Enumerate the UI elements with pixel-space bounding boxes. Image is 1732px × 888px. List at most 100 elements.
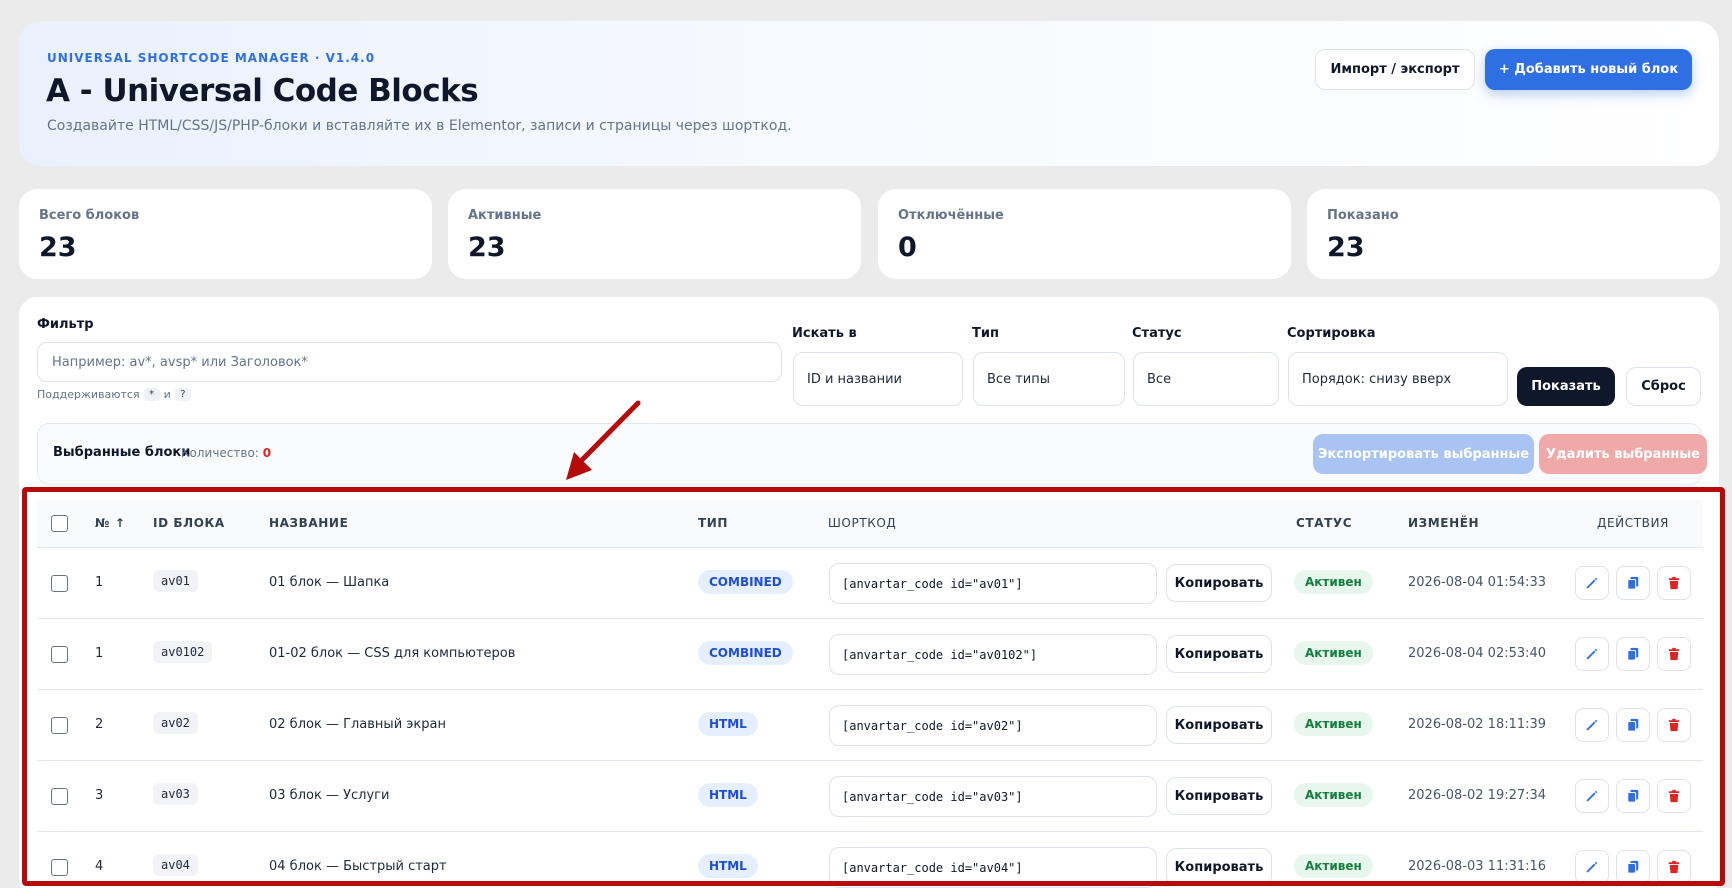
block-name: 01-02 блок — CSS для компьютеров — [269, 646, 516, 661]
copy-icon — [1627, 789, 1639, 803]
stat-label: Отключённые — [898, 208, 1004, 223]
table-row: 1 av01 01 блок — Шапка COMBINED Копирова… — [37, 548, 1703, 619]
page-subtitle: Создавайте HTML/CSS/JS/PHP-блоки и встав… — [47, 118, 792, 134]
copy-icon — [1627, 576, 1639, 590]
select-all-checkbox[interactable] — [51, 515, 68, 532]
row-num: 4 — [95, 859, 104, 874]
stat-label: Активные — [468, 208, 542, 223]
shortcode-field[interactable] — [829, 776, 1157, 817]
edit-button[interactable] — [1575, 708, 1609, 742]
status-badge: Активен — [1294, 854, 1373, 878]
pencil-icon — [1586, 577, 1598, 589]
edit-button[interactable] — [1575, 779, 1609, 813]
stat-card-active: Активные 23 — [448, 189, 861, 279]
selected-count-label: Количество: — [181, 446, 259, 460]
row-num: 3 — [95, 788, 104, 803]
block-id: av02 — [153, 712, 198, 734]
col-status: СТАТУС — [1296, 516, 1353, 530]
edit-button[interactable] — [1575, 850, 1609, 884]
status-select[interactable]: Все — [1133, 352, 1279, 406]
type-label: Тип — [972, 326, 999, 341]
trash-icon — [1668, 789, 1680, 803]
stat-value: 23 — [468, 232, 506, 263]
type-badge: COMBINED — [698, 641, 793, 665]
edit-button[interactable] — [1575, 637, 1609, 671]
delete-selected-button[interactable]: Удалить выбранные — [1539, 434, 1707, 474]
pencil-icon — [1586, 719, 1598, 731]
type-badge: COMBINED — [698, 570, 793, 594]
copy-icon — [1627, 718, 1639, 732]
filter-label: Фильтр — [37, 317, 94, 332]
show-button[interactable]: Показать — [1517, 367, 1615, 406]
modified-date: 2026-08-02 19:27:34 — [1408, 788, 1547, 803]
block-id: av03 — [153, 783, 198, 805]
shortcode-field[interactable] — [829, 563, 1157, 604]
copy-button[interactable]: Копировать — [1166, 706, 1272, 744]
duplicate-button[interactable] — [1616, 850, 1650, 884]
wildcard-star: * — [143, 388, 160, 401]
table-row: 3 av03 03 блок — Услуги HTML Копировать … — [37, 761, 1703, 832]
stat-value: 23 — [1327, 232, 1365, 263]
filter-search-input[interactable] — [37, 342, 782, 382]
shortcode-field[interactable] — [829, 705, 1157, 746]
page-title: A - Universal Code Blocks — [46, 73, 479, 109]
block-id: av01 — [153, 570, 198, 592]
trash-icon — [1668, 647, 1680, 661]
edit-button[interactable] — [1575, 566, 1609, 600]
pencil-icon — [1586, 648, 1598, 660]
row-num: 1 — [95, 646, 104, 661]
delete-button[interactable] — [1657, 708, 1691, 742]
status-badge: Активен — [1294, 570, 1373, 594]
duplicate-button[interactable] — [1616, 637, 1650, 671]
row-checkbox[interactable] — [51, 646, 68, 663]
delete-button[interactable] — [1657, 779, 1691, 813]
block-id: av0102 — [153, 641, 213, 663]
wildcard-question: ? — [174, 388, 191, 401]
stat-card-disabled: Отключённые 0 — [878, 189, 1291, 279]
delete-button[interactable] — [1657, 850, 1691, 884]
shortcode-field[interactable] — [829, 847, 1157, 888]
selected-blocks-bar: Выбранные блоки Количество: 0 Экспортиро… — [37, 423, 1707, 485]
copy-button[interactable]: Копировать — [1166, 635, 1272, 673]
trash-icon — [1668, 576, 1680, 590]
copy-icon — [1627, 647, 1639, 661]
shortcode-field[interactable] — [829, 634, 1157, 675]
stat-label: Показано — [1327, 208, 1399, 223]
pencil-icon — [1586, 861, 1598, 873]
row-checkbox[interactable] — [51, 859, 68, 876]
reset-button[interactable]: Сброс — [1626, 367, 1701, 406]
sort-select[interactable]: Порядок: снизу вверх — [1288, 352, 1508, 406]
duplicate-button[interactable] — [1616, 708, 1650, 742]
copy-button[interactable]: Копировать — [1166, 777, 1272, 815]
export-selected-button[interactable]: Экспортировать выбранные — [1313, 434, 1534, 474]
import-export-button[interactable]: Импорт / экспорт — [1315, 49, 1475, 90]
row-checkbox[interactable] — [51, 788, 68, 805]
modified-date: 2026-08-04 02:53:40 — [1408, 646, 1547, 661]
delete-button[interactable] — [1657, 566, 1691, 600]
col-type: ТИП — [698, 516, 729, 530]
type-select[interactable]: Все типы — [973, 352, 1125, 406]
search-in-select[interactable]: ID и названии — [793, 352, 963, 406]
row-num: 2 — [95, 717, 104, 732]
delete-button[interactable] — [1657, 637, 1691, 671]
copy-icon — [1627, 860, 1639, 874]
row-checkbox[interactable] — [51, 717, 68, 734]
copy-button[interactable]: Копировать — [1166, 848, 1272, 886]
modified-date: 2026-08-02 18:11:39 — [1408, 717, 1547, 732]
modified-date: 2026-08-04 01:54:33 — [1408, 575, 1547, 590]
table-row: 2 av02 02 блок — Главный экран HTML Копи… — [37, 690, 1703, 761]
stat-value: 0 — [898, 232, 917, 263]
status-badge: Активен — [1294, 641, 1373, 665]
modified-date: 2026-08-03 11:31:16 — [1408, 859, 1547, 874]
duplicate-button[interactable] — [1616, 779, 1650, 813]
row-checkbox[interactable] — [51, 575, 68, 592]
copy-button[interactable]: Копировать — [1166, 564, 1272, 602]
col-num[interactable]: № ↑ — [95, 516, 125, 530]
selected-count: Количество: 0 — [181, 446, 271, 460]
filter-hint: Поддерживаются * и ? — [37, 388, 191, 401]
duplicate-button[interactable] — [1616, 566, 1650, 600]
add-block-button[interactable]: + Добавить новый блок — [1485, 49, 1692, 90]
stat-value: 23 — [39, 232, 77, 263]
selected-count-value: 0 — [262, 446, 272, 460]
status-badge: Активен — [1294, 712, 1373, 736]
